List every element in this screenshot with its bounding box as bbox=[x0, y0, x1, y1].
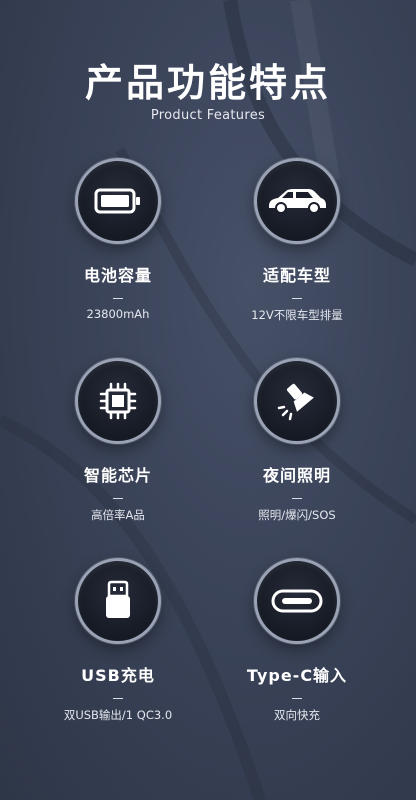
feature-icon-circle bbox=[75, 158, 161, 244]
feature-car: 适配车型 12V不限车型排量 bbox=[207, 158, 387, 323]
feature-name: Type-C输入 bbox=[246, 666, 348, 685]
divider bbox=[292, 298, 302, 299]
feature-desc: 23800mAh bbox=[86, 307, 150, 321]
feature-desc: 双USB输出/1 QC3.0 bbox=[63, 708, 173, 722]
chip-icon bbox=[98, 381, 138, 421]
feature-battery: 电池容量 23800mAh bbox=[28, 158, 208, 321]
feature-name: 夜间照明 bbox=[262, 466, 331, 485]
feature-type-c: Type-C输入 双向快充 bbox=[207, 558, 387, 723]
page-title: 产品功能特点 bbox=[84, 61, 331, 105]
type-c-icon bbox=[271, 589, 323, 613]
page-subtitle: Product Features bbox=[150, 108, 266, 123]
feature-name: 电池容量 bbox=[83, 266, 152, 285]
feature-icon-circle bbox=[75, 358, 161, 444]
divider bbox=[292, 698, 302, 699]
feature-desc: 12V不限车型排量 bbox=[251, 308, 343, 322]
feature-icon-circle bbox=[254, 158, 340, 244]
divider bbox=[292, 498, 302, 499]
usb-icon bbox=[103, 580, 133, 622]
divider bbox=[113, 298, 123, 299]
divider bbox=[113, 498, 123, 499]
feature-usb: USB充电 双USB输出/1 QC3.0 bbox=[28, 558, 208, 723]
feature-desc: 高倍率A品 bbox=[91, 508, 145, 522]
feature-icon-circle bbox=[75, 558, 161, 644]
feature-name: 适配车型 bbox=[262, 266, 331, 285]
car-icon bbox=[266, 187, 328, 215]
battery-icon bbox=[94, 187, 142, 215]
feature-desc: 照明/爆闪/SOS bbox=[258, 508, 336, 522]
feature-icon-circle bbox=[254, 558, 340, 644]
divider bbox=[113, 698, 123, 699]
feature-name: USB充电 bbox=[81, 666, 155, 685]
feature-chip: 智能芯片 高倍率A品 bbox=[28, 358, 208, 523]
feature-icon-circle bbox=[254, 358, 340, 444]
feature-name: 智能芯片 bbox=[83, 466, 152, 485]
feature-desc: 双向快充 bbox=[274, 708, 320, 722]
feature-flashlight: 夜间照明 照明/爆闪/SOS bbox=[207, 358, 387, 523]
flashlight-icon bbox=[277, 381, 317, 421]
